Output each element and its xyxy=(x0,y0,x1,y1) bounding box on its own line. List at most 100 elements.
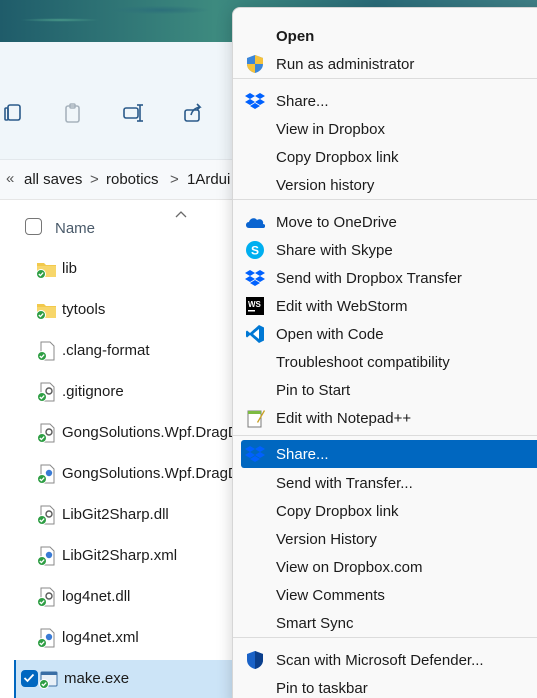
menu-item-share[interactable]: Share... xyxy=(241,440,537,468)
menu-item-label: Smart Sync xyxy=(276,615,354,632)
config-file-icon xyxy=(37,587,55,607)
file-name: make.exe xyxy=(64,670,130,687)
menu-separator xyxy=(233,78,537,79)
menu-item-run-as-administrator[interactable]: Run as administrator xyxy=(241,50,537,78)
menu-item-label: Copy Dropbox link xyxy=(276,503,399,520)
menu-item-label: Version history xyxy=(276,177,375,194)
menu-item-label: Pin to taskbar xyxy=(276,680,368,697)
menu-separator xyxy=(233,199,537,200)
column-header-name[interactable]: Name xyxy=(55,220,95,237)
menu-item-label: Open xyxy=(276,28,315,45)
menu-item-label: Open with Code xyxy=(276,326,384,343)
onedrive-icon xyxy=(246,218,265,228)
dropbox-icon xyxy=(245,93,265,109)
menu-item-label: Troubleshoot compatibility xyxy=(276,354,450,371)
skype-icon: S xyxy=(246,241,264,259)
menu-item-share-with-skype[interactable]: S Share with Skype xyxy=(241,236,537,264)
folder-icon xyxy=(36,304,56,320)
rename-icon xyxy=(123,104,143,122)
menu-separator xyxy=(233,637,537,638)
xml-file-icon xyxy=(37,628,55,648)
rename-button[interactable] xyxy=(120,100,146,126)
menu-item-send-with-dropbox-transfer[interactable]: Send with Dropbox Transfer xyxy=(241,264,537,292)
notepadpp-icon xyxy=(247,410,265,428)
breadcrumb-item[interactable]: robotics xyxy=(106,171,159,188)
share-icon xyxy=(184,103,202,122)
breadcrumb-separator[interactable]: > xyxy=(90,171,99,188)
file-name: LibGit2Sharp.xml xyxy=(62,547,178,564)
menu-item-edit-with-webstorm[interactable]: WS Edit with WebStorm xyxy=(241,292,537,320)
menu-item-pin-to-start[interactable]: Pin to Start xyxy=(241,376,537,404)
menu-item-view-in-dropbox[interactable]: View in Dropbox xyxy=(241,115,537,143)
menu-item-label: Share... xyxy=(276,93,329,110)
checkmark-icon xyxy=(23,673,35,683)
menu-item-scan-with-microsoft-defender[interactable]: Scan with Microsoft Defender... xyxy=(241,646,537,674)
file-name: GongSolutions.Wpf.DragD xyxy=(62,424,239,441)
file-name: lib xyxy=(62,260,78,277)
xml-file-icon xyxy=(37,464,55,484)
breadcrumb-separator[interactable]: > xyxy=(170,171,179,188)
menu-item-label: View Comments xyxy=(276,587,385,604)
menu-item-version-history[interactable]: Version History xyxy=(241,525,537,553)
share-button[interactable] xyxy=(180,100,206,126)
file-name: .gitignore xyxy=(62,383,124,400)
dropbox-icon xyxy=(245,446,265,462)
menu-item-label: Send with Transfer... xyxy=(276,475,413,492)
defender-icon xyxy=(247,651,263,669)
menu-item-label: View in Dropbox xyxy=(276,121,385,138)
menu-item-label: Copy Dropbox link xyxy=(276,149,399,166)
breadcrumb-item[interactable]: all saves xyxy=(24,171,82,188)
menu-item-version-history[interactable]: Version history xyxy=(241,171,537,199)
file-name: log4net.xml xyxy=(62,629,139,646)
select-all-checkbox[interactable] xyxy=(25,218,42,235)
breadcrumb-item[interactable]: 1Ardui xyxy=(187,171,230,188)
webstorm-icon: WS xyxy=(246,297,264,315)
menu-item-open[interactable]: Open xyxy=(241,22,537,50)
file-name: tytools xyxy=(62,301,106,318)
menu-item-view-on-dropbox-com[interactable]: View on Dropbox.com xyxy=(241,553,537,581)
uac-shield-icon xyxy=(247,55,263,73)
copy-icon xyxy=(4,104,21,121)
menu-item-label: Run as administrator xyxy=(276,56,415,73)
svg-text:WS: WS xyxy=(248,300,262,309)
menu-item-label: Share... xyxy=(276,446,329,463)
menu-item-share[interactable]: Share... xyxy=(241,87,537,115)
menu-item-copy-dropbox-link[interactable]: Copy Dropbox link xyxy=(241,497,537,525)
menu-item-label: Version History xyxy=(276,531,377,548)
file-name: LibGit2Sharp.dll xyxy=(62,506,169,523)
config-file-icon xyxy=(37,382,55,402)
menu-item-label: Edit with WebStorm xyxy=(276,298,408,315)
vscode-icon xyxy=(246,325,264,343)
file-name: GongSolutions.Wpf.DragD xyxy=(62,465,239,482)
menu-item-copy-dropbox-link[interactable]: Copy Dropbox link xyxy=(241,143,537,171)
config-file-icon xyxy=(37,423,55,443)
menu-item-troubleshoot-compatibility[interactable]: Troubleshoot compatibility xyxy=(241,348,537,376)
menu-item-label: Pin to Start xyxy=(276,382,351,399)
sort-ascending-icon[interactable] xyxy=(175,210,187,218)
menu-item-label: View on Dropbox.com xyxy=(276,559,423,576)
menu-item-label: Move to OneDrive xyxy=(276,214,397,231)
exe-file-icon xyxy=(39,671,58,689)
menu-item-label: Scan with Microsoft Defender... xyxy=(276,652,484,669)
menu-item-open-with-code[interactable]: Open with Code xyxy=(241,320,537,348)
paste-icon xyxy=(65,103,80,123)
menu-item-label: Edit with Notepad++ xyxy=(276,410,412,427)
dropbox-icon xyxy=(245,270,265,286)
file-name: .clang-format xyxy=(62,342,150,359)
menu-item-smart-sync[interactable]: Smart Sync xyxy=(241,609,537,637)
menu-item-move-to-onedrive[interactable]: Move to OneDrive xyxy=(241,208,537,236)
menu-item-send-with-transfer[interactable]: Send with Transfer... xyxy=(241,469,537,497)
menu-item-label: Send with Dropbox Transfer xyxy=(276,270,462,287)
menu-item-pin-to-taskbar[interactable]: Pin to taskbar xyxy=(241,674,537,698)
xml-file-icon xyxy=(37,546,55,566)
paste-button[interactable] xyxy=(60,100,86,126)
file-name: log4net.dll xyxy=(62,588,131,605)
row-checkbox[interactable] xyxy=(21,670,38,687)
menu-separator xyxy=(233,435,537,436)
context-menu: Open Run as administrator Share... View in … xyxy=(232,7,537,698)
copy-button[interactable] xyxy=(0,100,26,126)
menu-item-view-comments[interactable]: View Comments xyxy=(241,581,537,609)
menu-item-edit-with-notepad[interactable]: Edit with Notepad++ xyxy=(241,404,537,432)
file-icon xyxy=(37,341,55,361)
breadcrumb-overflow-chevron[interactable]: « xyxy=(6,170,14,187)
